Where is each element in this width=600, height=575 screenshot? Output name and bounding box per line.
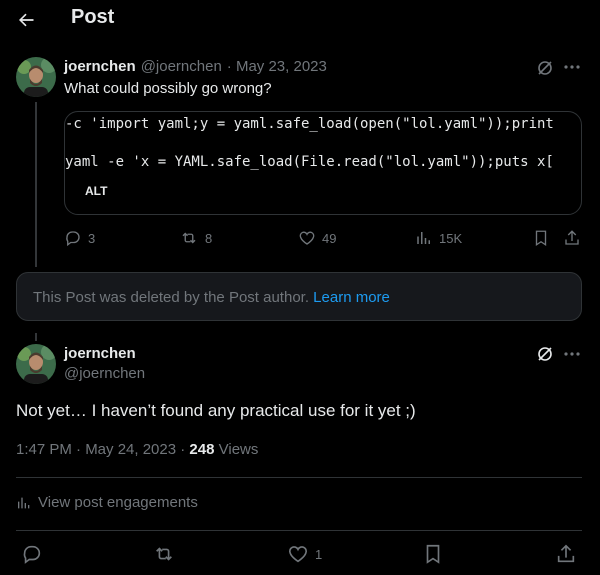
author-handle[interactable]: @joernchen xyxy=(141,58,222,75)
like-count: 1 xyxy=(315,546,323,562)
repost-count: 8 xyxy=(205,230,213,246)
post-media-image[interactable]: -c 'import yaml;y = yaml.safe_load(open(… xyxy=(64,111,582,215)
author-name[interactable]: joernchen xyxy=(64,345,136,362)
views-label: Views xyxy=(218,441,259,458)
reply-text: Not yet… I haven’t found any practical u… xyxy=(16,401,416,420)
reply-icon[interactable] xyxy=(21,543,43,565)
like-count: 49 xyxy=(322,230,337,246)
bookmark-icon[interactable] xyxy=(422,543,444,565)
engagements-label: View post engagements xyxy=(38,494,198,511)
share-icon[interactable] xyxy=(555,543,577,565)
avatar[interactable] xyxy=(16,57,56,97)
views-count: 248 xyxy=(189,441,215,458)
code-line: yaml -e 'x = YAML.safe_load(File.read("l… xyxy=(65,154,554,170)
reply-icon xyxy=(64,229,82,247)
post-meta: 1:47 PM · May 24, 2023 · 248 Views xyxy=(16,441,258,458)
page-title: Post xyxy=(71,6,115,28)
arrow-left-icon[interactable] xyxy=(16,10,36,30)
post-date[interactable]: · May 23, 2023 xyxy=(227,58,327,75)
author-name[interactable]: joernchen xyxy=(64,58,136,75)
divider xyxy=(16,477,582,478)
repost-icon xyxy=(179,229,199,247)
view-engagements-link[interactable]: View post engagements xyxy=(16,494,198,511)
alt-badge[interactable]: ALT xyxy=(85,184,107,198)
divider xyxy=(16,530,582,531)
share-icon[interactable] xyxy=(563,229,581,247)
view-count: 15K xyxy=(439,230,463,246)
author-handle[interactable]: @joernchen xyxy=(64,365,145,382)
views-button[interactable]: 15K xyxy=(415,229,462,247)
code-line: -c 'import yaml;y = yaml.safe_load(open(… xyxy=(65,116,554,132)
like-button[interactable]: 1 xyxy=(287,543,322,565)
post-text: What could possibly go wrong? xyxy=(64,80,272,97)
heart-icon xyxy=(287,543,309,565)
thread-line xyxy=(35,102,37,267)
analytics-icon xyxy=(16,495,32,511)
post-time[interactable]: 1:47 PM · May 24, 2023 · xyxy=(16,441,185,458)
deleted-post-notice: This Post was deleted by the Post author… xyxy=(16,272,582,321)
reply-count: 3 xyxy=(88,230,96,246)
more-icon[interactable] xyxy=(564,351,580,357)
analytics-icon xyxy=(415,229,433,247)
repost-button[interactable]: 8 xyxy=(179,229,212,247)
grok-icon[interactable] xyxy=(537,346,553,362)
heart-icon xyxy=(298,229,316,247)
like-button[interactable]: 49 xyxy=(298,229,336,247)
deleted-notice-text: This Post was deleted by the Post author… xyxy=(33,289,309,306)
learn-more-link[interactable]: Learn more xyxy=(313,289,390,306)
grok-icon[interactable] xyxy=(537,60,553,76)
bookmark-icon[interactable] xyxy=(532,229,550,247)
repost-icon[interactable] xyxy=(152,543,176,565)
thread-line xyxy=(35,333,37,341)
avatar[interactable] xyxy=(16,344,56,384)
reply-button[interactable]: 3 xyxy=(64,229,95,247)
more-icon[interactable] xyxy=(564,64,580,70)
